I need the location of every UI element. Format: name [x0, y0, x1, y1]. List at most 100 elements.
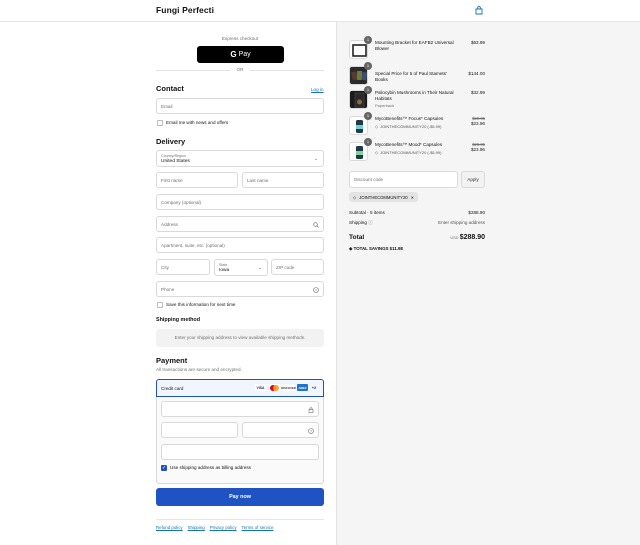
name-on-card-field[interactable] — [161, 444, 319, 460]
country-value: United States — [161, 158, 190, 164]
total-value: $288.90 — [459, 234, 485, 241]
credit-card-option[interactable]: Credit card VISA DISCOVER AMEX +2 — [156, 379, 324, 397]
lock-icon — [308, 406, 314, 413]
company-field[interactable]: Company (optional) — [156, 194, 324, 210]
applied-code: JOINTHECOMMUNITY20 — [359, 194, 408, 200]
quantity-badge: 1 — [364, 138, 372, 146]
header: Fungi Perfecti — [0, 0, 640, 22]
email-field[interactable]: Email — [156, 98, 324, 114]
city-field[interactable]: City — [156, 259, 210, 275]
item-format: Paperback — [375, 103, 395, 108]
discount-code-input[interactable]: Discount code — [349, 171, 458, 188]
more-cards-label: +2 — [311, 385, 317, 390]
cart-item: 1 Special Price for 5 of Paul Stamets' B… — [349, 62, 485, 86]
apartment-placeholder: Apartment, suite, etc. (optional) — [161, 243, 225, 248]
footer-divider — [156, 519, 324, 520]
brand-title[interactable]: Fungi Perfecti — [156, 5, 214, 15]
address-field[interactable]: Address — [156, 216, 324, 232]
address-placeholder: Address — [161, 222, 178, 227]
contact-heading: Contact — [156, 84, 184, 93]
shipping-link[interactable]: Shipping — [188, 525, 205, 530]
card-logos: VISA DISCOVER AMEX +2 — [255, 384, 317, 391]
item-price: $29.95 $23.96 — [471, 116, 485, 126]
last-name-placeholder: Last name — [247, 178, 269, 183]
savings-value: $11.98 — [389, 246, 403, 251]
tag-icon: ◇ — [375, 124, 379, 129]
gpay-label: Pay — [238, 51, 251, 58]
help-icon[interactable]: ? — [313, 286, 319, 293]
state-label: State — [219, 262, 228, 267]
state-select[interactable]: State Iowa ⌄ — [214, 259, 268, 276]
card-number-field[interactable] — [161, 401, 319, 417]
terms-of-service-link[interactable]: Terms of service — [242, 525, 274, 530]
news-checkbox-label: Email me with news and offers — [166, 120, 229, 125]
apply-button[interactable]: Apply — [461, 171, 485, 188]
first-name-field[interactable]: First name — [156, 172, 238, 188]
save-info-checkbox[interactable] — [157, 302, 163, 308]
billing-checkbox[interactable]: ✓ — [161, 465, 167, 471]
privacy-policy-link[interactable]: Privacy policy — [210, 525, 237, 530]
divider-line — [156, 70, 230, 71]
help-icon[interactable]: ⓘ — [368, 220, 373, 225]
discover-icon: DISCOVER — [281, 384, 296, 391]
apartment-field[interactable]: Apartment, suite, etc. (optional) — [156, 237, 324, 253]
total-label: Total — [349, 234, 365, 241]
shipping-value: Enter shipping address — [438, 220, 485, 225]
billing-checkbox-label: Use shipping address as billing address — [170, 465, 251, 470]
item-price-value: $63.99 — [470, 40, 485, 45]
item-price-value: $144.00 — [468, 71, 485, 76]
search-icon — [313, 221, 319, 228]
item-price: $32.99 — [471, 90, 485, 95]
email-placeholder: Email — [161, 104, 173, 109]
delivery-heading: Delivery — [156, 137, 186, 146]
or-label: OR — [236, 67, 244, 72]
google-pay-button[interactable]: G Pay — [197, 46, 284, 63]
footer-links: Refund policy Shipping Privacy policy Te… — [156, 525, 274, 530]
expiration-field[interactable] — [161, 422, 238, 438]
cart-item: 1 MycoBenefits™ Focus* Capsules ◇ JOINTH… — [349, 112, 485, 138]
phone-field[interactable]: Phone ? — [156, 281, 324, 297]
cart-item: 1 MycoBenefits™ Mood* Capsules ◇ JOINTHE… — [349, 138, 485, 164]
shipping-row: Shipping ⓘ Enter shipping address — [349, 220, 485, 226]
item-title: Mounting Bracket for EAFB2 Universal Blo… — [375, 40, 454, 51]
quantity-badge: 1 — [364, 62, 372, 70]
item-title: MycoBenefits™ Focus* Capsules — [375, 116, 444, 121]
tag-icon: ◇ — [353, 194, 357, 200]
payment-heading: Payment — [156, 356, 188, 365]
shopping-bag-icon[interactable] — [475, 6, 483, 15]
pay-now-button[interactable]: Pay now — [156, 488, 324, 506]
country-select[interactable]: Country/Region United States ⌄ — [156, 150, 324, 167]
news-checkbox[interactable] — [157, 120, 163, 126]
item-price-value: $23.96 — [470, 147, 485, 152]
chevron-down-icon: ⌄ — [313, 155, 319, 162]
google-g-icon: G — [230, 50, 237, 59]
last-name-field[interactable]: Last name — [242, 172, 324, 188]
item-price: $144.00 — [468, 71, 485, 76]
divider-line — [250, 70, 324, 71]
company-placeholder: Company (optional) — [161, 200, 202, 205]
zip-field[interactable]: ZIP code — [271, 259, 324, 275]
mastercard-icon — [269, 384, 280, 391]
help-icon[interactable]: ? — [308, 427, 314, 434]
amex-icon: AMEX — [297, 384, 308, 391]
item-discount: ◇ JOINTHECOMMUNITY20 (-$5.99) — [375, 150, 441, 155]
country-label: Country/Region — [161, 153, 186, 158]
refund-policy-link[interactable]: Refund policy — [156, 525, 183, 530]
tag-icon: ◇ — [375, 150, 379, 155]
shipping-method-heading: Shipping method — [156, 317, 201, 323]
subtotal-value: $288.90 — [468, 210, 485, 215]
item-price: $63.99 — [471, 40, 485, 45]
quantity-badge: 1 — [364, 86, 372, 94]
save-info-label: Save this information for next time — [166, 302, 236, 307]
item-price-value: $23.96 — [470, 121, 485, 126]
login-link[interactable]: Log in — [311, 87, 324, 92]
shipping-label: Shipping — [349, 220, 367, 225]
item-title: MycoBenefits™ Mood* Capsules — [375, 142, 443, 147]
express-checkout-label: Express checkout — [221, 36, 259, 41]
subtotal-label: Subtotal · 5 items — [349, 210, 385, 215]
item-discount-code: JOINTHECOMMUNITY20 (-$5.99) — [380, 124, 442, 129]
security-code-field[interactable]: ? — [242, 422, 319, 438]
close-icon[interactable]: ✕ — [411, 195, 415, 200]
visa-icon: VISA — [255, 384, 266, 391]
or-divider: OR — [156, 67, 324, 73]
